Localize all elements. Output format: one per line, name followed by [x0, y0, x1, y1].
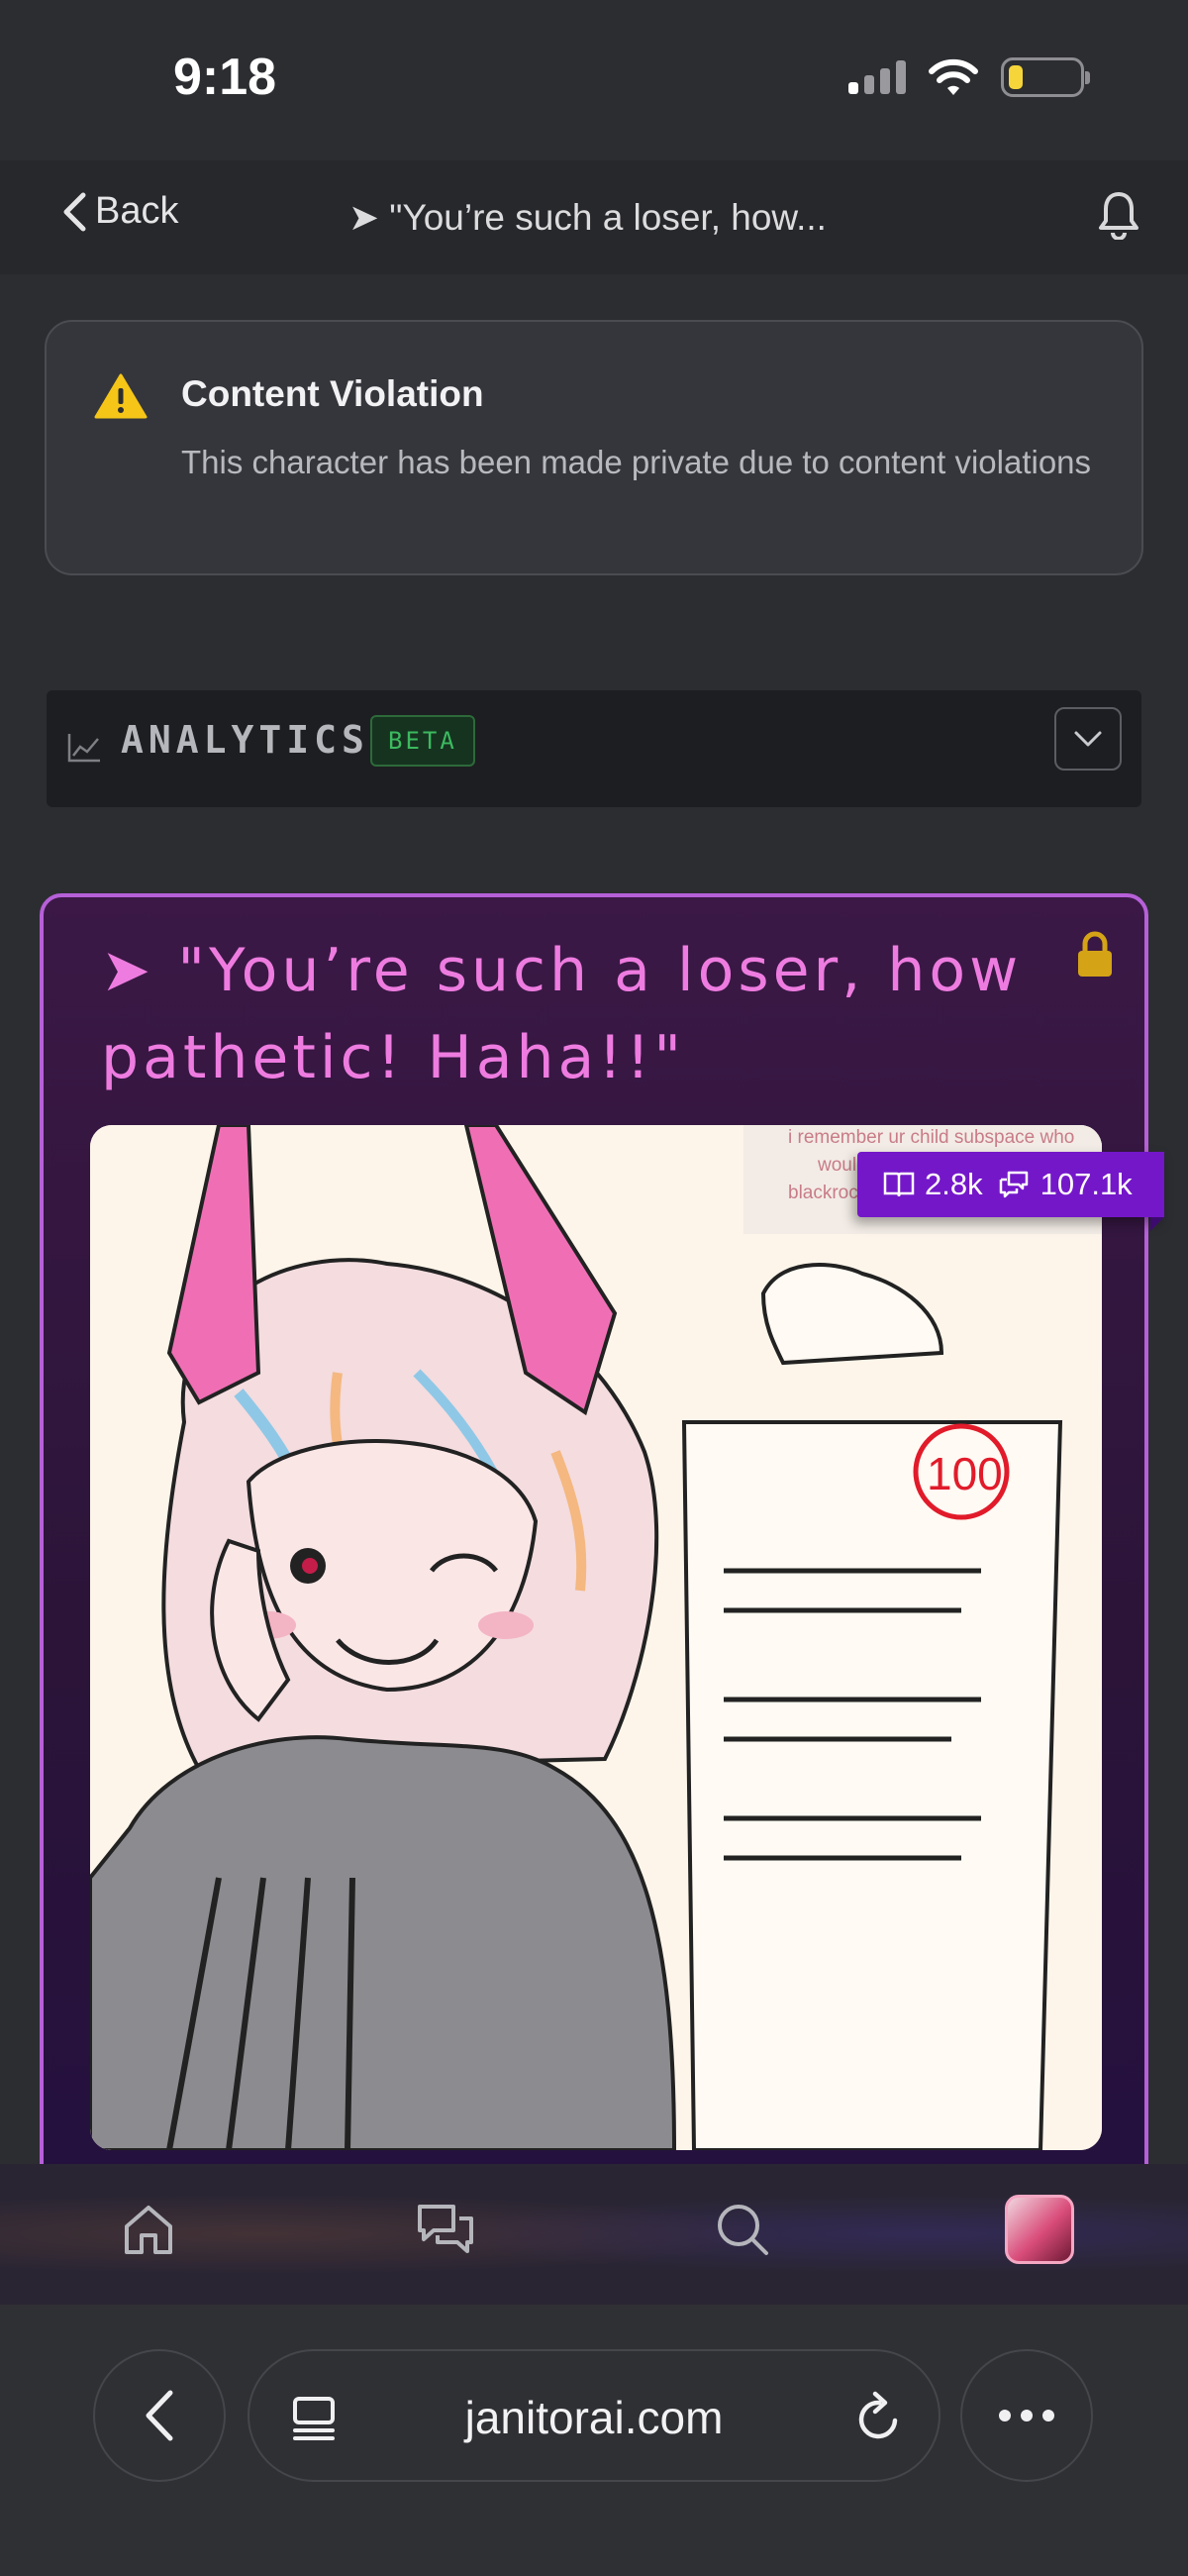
- status-bar: 9:18: [0, 0, 1188, 158]
- image-overlay-line-1: i remember ur child subspace who: [788, 1127, 1074, 1148]
- battery-icon: [1001, 57, 1090, 97]
- character-image[interactable]: i remember ur child subspace who would b…: [90, 1125, 1102, 2150]
- character-card[interactable]: ➤ "You’re such a loser, how pathetic! Ha…: [40, 893, 1148, 2280]
- analytics-expand-button[interactable]: [1054, 707, 1122, 771]
- violation-message: This character has been made private due…: [181, 444, 1092, 480]
- status-time: 9:18: [173, 49, 277, 106]
- tab-chats[interactable]: [406, 2190, 485, 2269]
- home-icon: [125, 2206, 172, 2254]
- tab-search[interactable]: [703, 2190, 782, 2269]
- analytics-label: ANALYTICS: [121, 718, 369, 762]
- character-title: ➤ "You’re such a loser, how pathetic! Ha…: [101, 936, 1023, 1092]
- book-icon: [883, 1172, 915, 1197]
- search-icon: [718, 2205, 768, 2255]
- svg-text:100: 100: [927, 1448, 1003, 1499]
- back-label: Back: [95, 190, 179, 232]
- nav-title: ➤ "You’re such a loser, how...: [348, 197, 827, 238]
- chat-bubbles-icon: [999, 1171, 1028, 1198]
- signal-icon: [848, 60, 906, 94]
- wifi-icon: [929, 58, 978, 95]
- chat-icon: [418, 2205, 473, 2253]
- status-icons: [848, 57, 1090, 97]
- address-bar[interactable]: janitorai.com: [248, 2349, 940, 2482]
- ellipsis-icon: [999, 2410, 1054, 2421]
- chevron-down-icon: [1074, 731, 1102, 747]
- reads-count: 2.8k: [925, 1167, 983, 1201]
- back-button[interactable]: Back: [61, 190, 178, 233]
- bell-icon[interactable]: [1097, 190, 1140, 240]
- character-stats-badge: 2.8k 107.1k: [857, 1152, 1164, 1231]
- url-text: janitorai.com: [464, 2392, 724, 2443]
- browser-back-button[interactable]: [93, 2349, 226, 2482]
- bottom-tab-bar: [0, 2164, 1188, 2305]
- analytics-panel[interactable]: ANALYTICS BETA: [47, 690, 1141, 807]
- line-chart-icon: [67, 734, 100, 763]
- beta-badge: BETA: [370, 715, 475, 767]
- reload-icon[interactable]: [855, 2391, 903, 2444]
- chats-count: 107.1k: [1040, 1167, 1133, 1201]
- lock-icon: [1078, 931, 1112, 977]
- more-options-button[interactable]: [960, 2349, 1093, 2482]
- chevron-left-icon: [146, 2390, 173, 2441]
- content-violation-alert: Content Violation This character has bee…: [45, 320, 1143, 575]
- top-nav: Back ➤ "You’re such a loser, how...: [0, 160, 1188, 274]
- warning-icon: [94, 373, 148, 419]
- tab-home[interactable]: [109, 2190, 188, 2269]
- tab-profile[interactable]: [1000, 2190, 1079, 2269]
- violation-title: Content Violation: [181, 373, 484, 414]
- browser-toolbar: janitorai.com: [0, 2305, 1188, 2576]
- chevron-left-icon: [63, 192, 86, 231]
- character-illustration: i remember ur child subspace who would b…: [90, 1125, 1102, 2150]
- profile-avatar: [1005, 2195, 1074, 2264]
